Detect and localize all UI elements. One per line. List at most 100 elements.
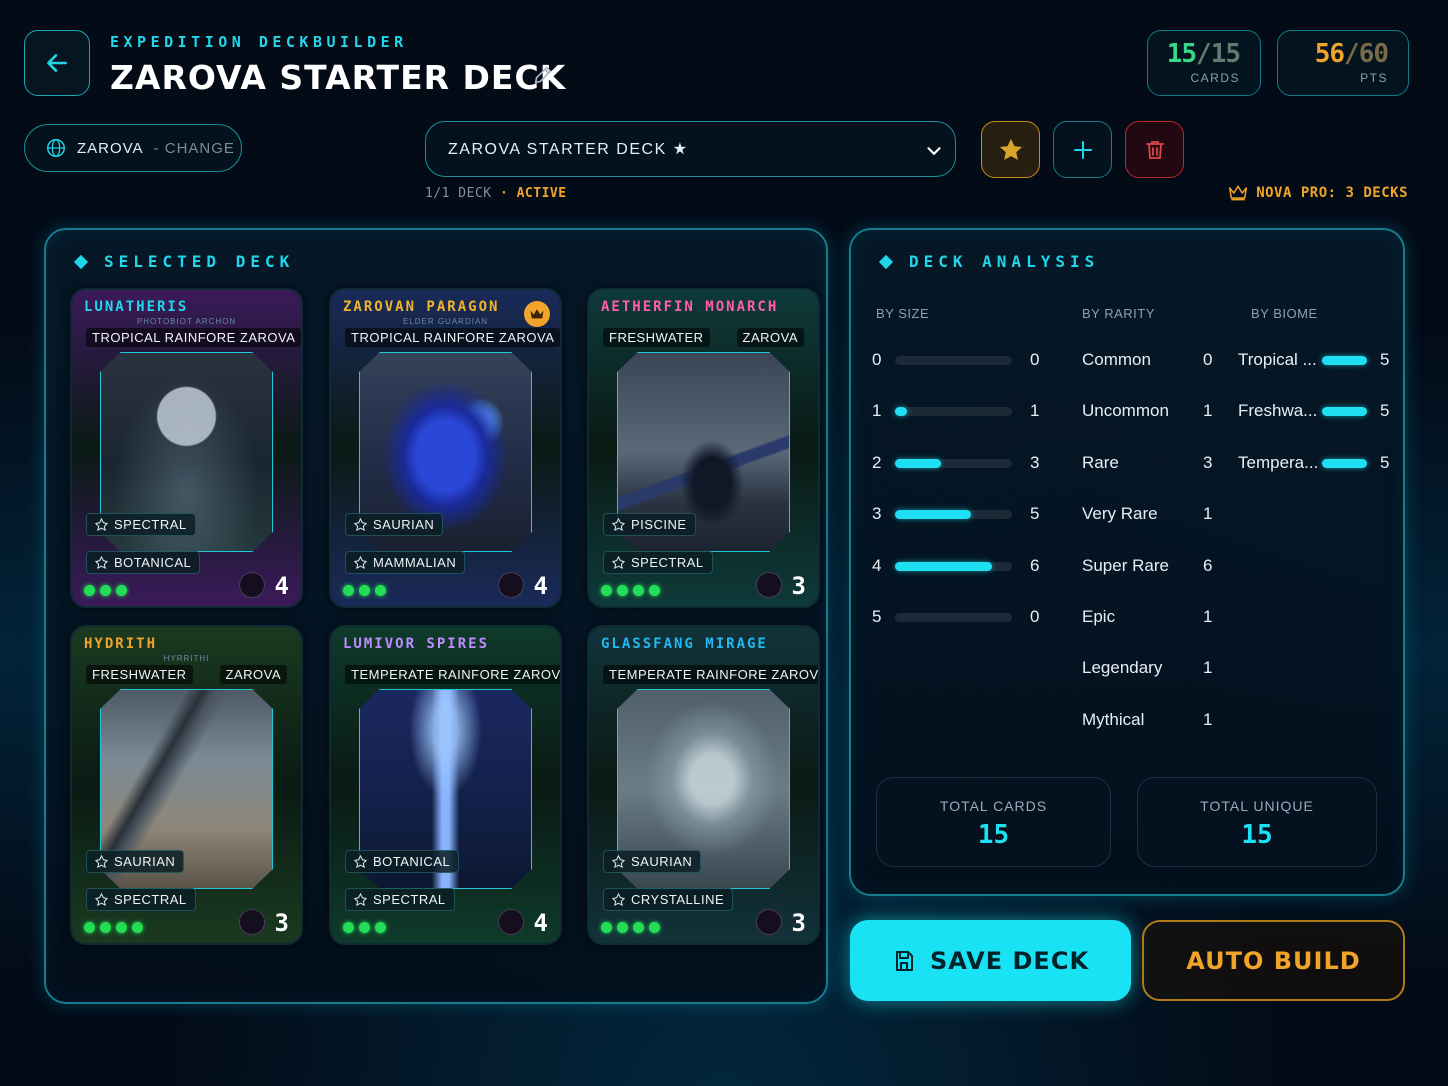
size-label: 2	[872, 452, 882, 472]
realm-selector[interactable]: ZAROVA - CHANGE	[24, 124, 242, 172]
rarity-dot	[100, 922, 111, 933]
crown-icon	[1229, 185, 1248, 201]
trait-icon	[612, 518, 625, 531]
trait-icon	[354, 855, 367, 868]
faction-emblem-icon	[498, 572, 524, 598]
points-counter: 56/60 PTS	[1277, 30, 1409, 96]
rarity-dots	[84, 922, 143, 933]
pencil-icon[interactable]	[532, 64, 554, 86]
card-biome: FRESHWATER	[86, 665, 193, 684]
auto-build-button[interactable]: AUTO BUILD	[1142, 920, 1405, 1001]
card-tag: SAURIAN	[345, 513, 444, 536]
back-button[interactable]	[24, 30, 90, 96]
deck-card[interactable]: LUMIVOR SPIRES TEMPERATE RAINFORE ZAROVA B…	[329, 625, 562, 945]
rarity-name: Uncommon	[1082, 401, 1169, 421]
faction-emblem-icon	[239, 572, 265, 598]
deck-card[interactable]: GLASSFANG MIRAGE TEMPERATE RAINFORE ZAROV…	[587, 625, 820, 945]
card-name: LUMIVOR SPIRES	[343, 636, 490, 652]
rarity-dot	[633, 922, 644, 933]
rarity-dot	[359, 585, 370, 596]
total-unique-value: 15	[1241, 820, 1273, 850]
deck-card[interactable]: HYDRITH HYRRITHI FRESHWATER ZAROVA SAURIAN SP…	[70, 625, 303, 945]
size-bar	[895, 510, 1012, 520]
biome-bar	[1322, 458, 1367, 468]
faction-emblem-icon	[756, 572, 782, 598]
rarity-dots	[601, 922, 660, 933]
card-biome: TEMPERATE RAINFORE ZAROVA	[345, 665, 560, 684]
rarity-name: Common	[1082, 350, 1151, 369]
card-name: HYDRITH	[84, 636, 158, 652]
card-cost: 3	[791, 572, 806, 600]
rarity-count: 1	[1203, 504, 1213, 524]
size-bar	[895, 356, 1012, 365]
rarity-dot	[617, 922, 628, 933]
page-title: ZAROVA STARTER DECK	[110, 58, 567, 97]
cards-counter: 15/15 CARDS	[1147, 30, 1261, 96]
total-unique-box: TOTAL UNIQUE 15	[1137, 777, 1377, 867]
favorite-button[interactable]	[981, 121, 1040, 178]
deck-card[interactable]: LUNATHERIS PHOTOBIOT ARCHON TROPICAL RAINF…	[70, 288, 303, 608]
chevron-down-icon	[927, 147, 941, 156]
card-cost: 4	[274, 572, 289, 600]
add-deck-button[interactable]	[1053, 121, 1112, 178]
trait-icon	[95, 855, 108, 868]
page-eyebrow: EXPEDITION DECKBUILDER	[110, 33, 408, 51]
deck-card[interactable]: AETHERFIN MONARCH FRESHWATER ZAROVA PISCINE…	[587, 288, 820, 608]
total-cards-box: TOTAL CARDS 15	[876, 777, 1111, 867]
rarity-dots	[601, 585, 660, 596]
rarity-dot	[375, 922, 386, 933]
card-tag: SPECTRAL	[603, 551, 713, 574]
card-cost: 3	[791, 909, 806, 937]
rarity-name: Very Rare	[1082, 504, 1158, 524]
rarity-dot	[100, 585, 111, 596]
rarity-dot	[601, 922, 612, 933]
rarity-count: 3	[1203, 452, 1213, 472]
card-name: AETHERFIN MONARCH	[601, 299, 779, 315]
realm-change-link[interactable]: - CHANGE	[154, 140, 235, 157]
total-cards-value: 15	[977, 820, 1010, 850]
size-count: 1	[1030, 401, 1040, 421]
size-count: 3	[1030, 452, 1040, 472]
biome-name: Tempera...	[1238, 452, 1319, 472]
card-subtitle: HYRRITHI	[163, 654, 210, 663]
faction-emblem-icon	[756, 909, 782, 935]
biome-name: Tropical ...	[1238, 350, 1317, 369]
size-bar	[895, 561, 1012, 571]
size-count: 0	[1030, 350, 1040, 369]
card-name: GLASSFANG MIRAGE	[601, 636, 768, 652]
pro-notice: NOVA PRO: 3 DECKS	[1228, 184, 1408, 202]
deck-meta: 1/1 DECK · ACTIVE	[425, 186, 567, 201]
rarity-count: 1	[1203, 658, 1213, 678]
biome-bar	[1322, 407, 1367, 417]
rarity-dot	[633, 585, 644, 596]
deck-dropdown[interactable]: ZAROVA STARTER DECK ★	[425, 121, 956, 177]
rarity-dots	[343, 585, 386, 596]
size-bar	[895, 458, 1012, 468]
save-deck-button[interactable]: SAVE DECK	[850, 920, 1131, 1001]
deck-dropdown-value: ZAROVA STARTER DECK ★	[448, 141, 689, 158]
size-label: 0	[872, 350, 882, 369]
rarity-count: 6	[1203, 555, 1213, 575]
save-icon	[895, 950, 913, 971]
rarity-count: 1	[1203, 401, 1213, 421]
rarity-dot	[84, 922, 95, 933]
delete-deck-button[interactable]	[1125, 121, 1184, 178]
by-biome-header: BY BIOME	[1251, 306, 1318, 321]
size-bar	[895, 613, 1012, 622]
card-tag: SPECTRAL	[86, 888, 196, 911]
rarity-dot	[84, 585, 95, 596]
rarity-name: Legendary	[1082, 658, 1163, 678]
deck-card[interactable]: ZAROVAN PARAGON ELDER GUARDIAN TROPICAL RA…	[329, 288, 562, 608]
card-cost: 4	[533, 909, 548, 937]
biome-name: Freshwa...	[1238, 401, 1318, 421]
rarity-dot	[601, 585, 612, 596]
card-tag: SPECTRAL	[345, 888, 455, 911]
biome-count: 5	[1380, 452, 1390, 472]
realm-name: ZAROVA	[77, 139, 144, 157]
card-tag: SAURIAN	[603, 850, 702, 873]
trait-icon	[354, 893, 367, 906]
rarity-dots	[343, 922, 386, 933]
card-tag: PISCINE	[603, 513, 696, 536]
size-label: 3	[872, 504, 882, 524]
trait-icon	[612, 556, 625, 569]
